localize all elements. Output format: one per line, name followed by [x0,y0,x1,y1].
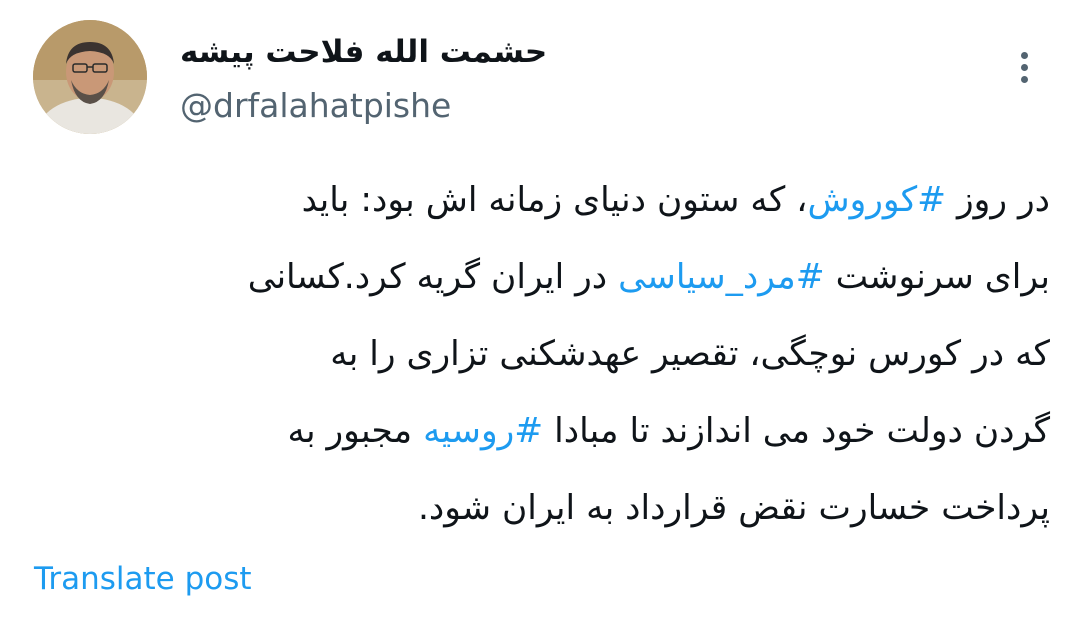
tweet-line: برای سرنوشت #مرد_سیاسی در ایران گریه کرد… [30,239,1050,316]
translate-post-link[interactable]: Translate post [34,557,252,601]
tweet-text-segment: در ایران گریه کرد.کسانی [247,257,619,297]
tweet-text: در روز #کوروش، که ستون دنیای زمانه اش بو… [30,162,1050,547]
tweet-text-segment: گردن دولت خود می اندازند تا مبادا [543,411,1050,451]
author-display-name[interactable]: حشمت الله فلاحت پیشه [180,30,560,74]
tweet-text-segment: ، که ستون دنیای زمانه اش بود: باید [301,180,808,220]
tweet-text-segment: پرداخت خسارت نقض قرارداد به ایران شود. [417,488,1050,528]
hashtag-link[interactable]: #مرد_سیاسی [618,257,825,297]
tweet-line: که در کورس نوچگی، تقصیر عهدشکنی تزاری را… [30,316,1050,393]
author-handle[interactable]: @drfalahatpishe [180,84,451,128]
avatar[interactable] [33,20,147,134]
vertical-ellipsis-icon-dot [1020,51,1028,59]
vertical-ellipsis-icon-dot [1020,75,1028,83]
hashtag-link[interactable]: #کوروش [807,180,946,220]
tweet-line: در روز #کوروش، که ستون دنیای زمانه اش بو… [30,162,1050,239]
tweet-text-segment: برای سرنوشت [824,257,1050,297]
tweet-text-segment: مجبور به [287,411,424,451]
vertical-ellipsis-icon-dot [1020,63,1028,71]
hashtag-link[interactable]: #روسیه [423,411,543,451]
tweet-text-segment: در روز [946,180,1050,220]
more-options-button[interactable] [1006,46,1042,88]
tweet-line: گردن دولت خود می اندازند تا مبادا #روسیه… [30,393,1050,470]
tweet-line: پرداخت خسارت نقض قرارداد به ایران شود. [30,470,1050,547]
avatar-photo [33,20,147,134]
tweet-text-segment: که در کورس نوچگی، تقصیر عهدشکنی تزاری را… [330,334,1050,374]
